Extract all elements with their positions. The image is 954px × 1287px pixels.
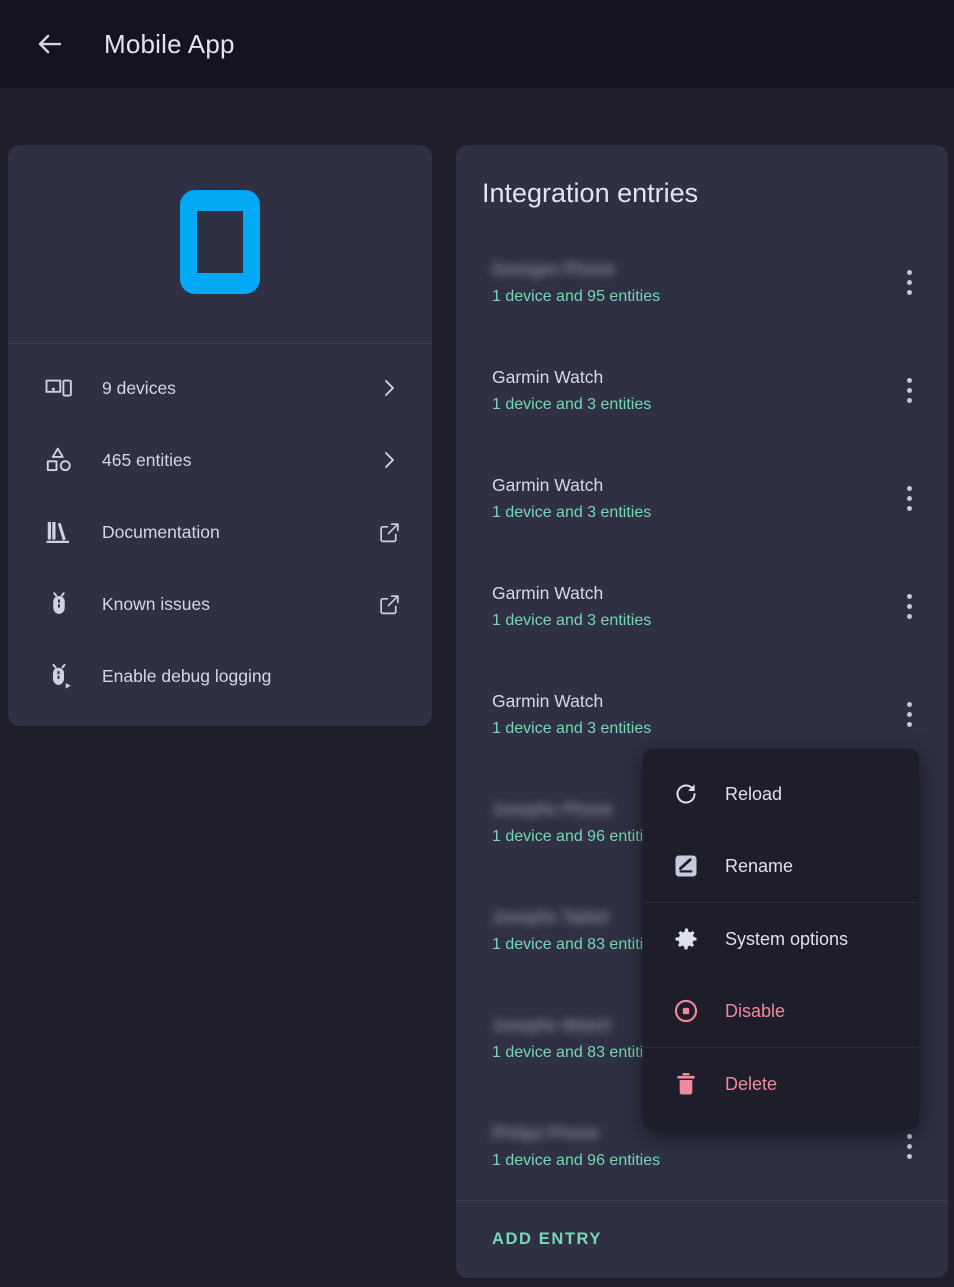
dots-vertical-icon[interactable] (892, 586, 926, 626)
entry-name: Garmin Watch (492, 583, 892, 604)
list-item[interactable]: Garmin Watch 1 device and 3 entities (456, 336, 948, 444)
entry-subtitle: 1 device and 96 entities (492, 1152, 892, 1170)
integration-menu-list: 9 devices 465 entities (8, 344, 432, 726)
reload-icon (671, 779, 701, 809)
entry-subtitle: 1 device and 3 entities (492, 504, 892, 522)
sidebar-item-label: Known issues (102, 594, 350, 615)
dots-vertical-icon[interactable] (892, 262, 926, 302)
entry-texts: Garmin Watch 1 device and 3 entities (492, 475, 892, 522)
bug-icon (42, 587, 76, 621)
menu-item-disable[interactable]: Disable (643, 975, 919, 1047)
menu-item-label: Rename (725, 856, 793, 877)
integration-entries-card: Integration entries Georges Phone 1 devi… (456, 145, 948, 1278)
shapes-icon (42, 443, 76, 477)
cog-icon (671, 924, 701, 954)
list-item[interactable]: Georges Phone 1 device and 95 entities (456, 228, 948, 336)
menu-item-label: Disable (725, 1001, 785, 1022)
dots-vertical-icon[interactable] (892, 1126, 926, 1166)
sidebar-item-known-issues[interactable]: Known issues (8, 568, 432, 640)
entry-subtitle: 1 device and 3 entities (492, 612, 892, 630)
sidebar-item-devices[interactable]: 9 devices (8, 352, 432, 424)
dots-vertical-icon[interactable] (892, 478, 926, 518)
menu-item-label: Delete (725, 1074, 777, 1095)
open-in-new-icon (376, 591, 402, 617)
entries-panel-title: Integration entries (456, 145, 948, 209)
entry-texts: Garmin Watch 1 device and 3 entities (492, 691, 892, 738)
entry-texts: Philips Phone 1 device and 96 entities (492, 1123, 892, 1170)
chevron-right-icon (376, 447, 402, 473)
add-entry-button[interactable]: ADD ENTRY (492, 1230, 602, 1249)
arrow-left-icon (35, 29, 65, 59)
chevron-right-icon (376, 375, 402, 401)
entry-subtitle: 1 device and 95 entities (492, 288, 892, 306)
bookshelf-icon (42, 515, 76, 549)
entry-context-menu: Reload Rename (643, 749, 919, 1129)
menu-item-label: System options (725, 929, 848, 950)
entry-name: Garmin Watch (492, 475, 892, 496)
devices-icon (42, 371, 76, 405)
entry-texts: Garmin Watch 1 device and 3 entities (492, 367, 892, 414)
stop-circle-icon (671, 996, 701, 1026)
page-title: Mobile App (104, 29, 235, 60)
entry-name: Garmin Watch (492, 367, 892, 388)
entry-subtitle: 1 device and 3 entities (492, 396, 892, 414)
list-item[interactable]: Garmin Watch 1 device and 3 entities (456, 444, 948, 552)
sidebar-item-label: 9 devices (102, 378, 350, 399)
sidebar-item-label: Enable debug logging (102, 666, 350, 687)
integration-info-card: 9 devices 465 entities (8, 145, 432, 726)
delete-icon (671, 1069, 701, 1099)
sidebar-item-enable-debug-logging[interactable]: Enable debug logging (8, 640, 432, 712)
menu-item-reload[interactable]: Reload (643, 758, 919, 830)
back-button[interactable] (28, 22, 72, 66)
menu-item-rename[interactable]: Rename (643, 830, 919, 902)
main-content: 9 devices 465 entities (0, 88, 954, 1278)
entry-texts: Georges Phone 1 device and 95 entities (492, 259, 892, 306)
entry-texts: Garmin Watch 1 device and 3 entities (492, 583, 892, 630)
menu-item-delete[interactable]: Delete (643, 1048, 919, 1120)
menu-item-system-options[interactable]: System options (643, 903, 919, 975)
bug-play-icon (42, 659, 76, 693)
dots-vertical-icon[interactable] (892, 370, 926, 410)
open-in-new-icon (376, 519, 402, 545)
entry-subtitle: 1 device and 3 entities (492, 720, 892, 738)
integration-logo-area (8, 145, 432, 344)
sidebar-item-label: 465 entities (102, 450, 350, 471)
sidebar-item-label: Documentation (102, 522, 350, 543)
entry-name: Garmin Watch (492, 691, 892, 712)
list-item[interactable]: Garmin Watch 1 device and 3 entities (456, 552, 948, 660)
menu-item-label: Reload (725, 784, 782, 805)
no-trailing-icon (376, 663, 402, 689)
rename-icon (671, 851, 701, 881)
sidebar-item-documentation[interactable]: Documentation (8, 496, 432, 568)
entry-name: Georges Phone (492, 259, 892, 280)
entries-footer: ADD ENTRY (456, 1200, 948, 1278)
cellphone-icon (176, 186, 264, 303)
dots-vertical-icon[interactable] (892, 694, 926, 734)
app-header: Mobile App (0, 0, 954, 88)
sidebar-item-entities[interactable]: 465 entities (8, 424, 432, 496)
